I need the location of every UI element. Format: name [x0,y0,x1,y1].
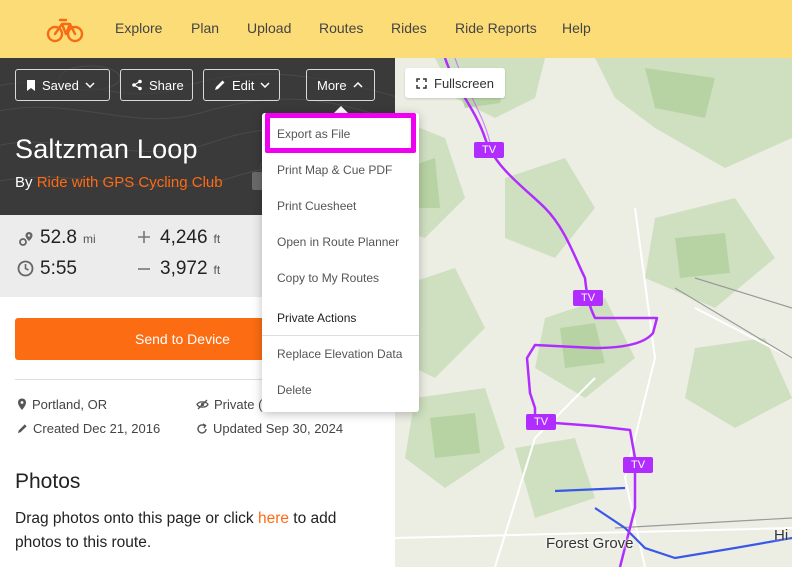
map-label-forest-grove: Forest Grove [546,535,634,552]
bookmark-icon [27,79,35,91]
distance-unit: mi [82,232,96,246]
route-badge: TV [573,290,603,306]
author-link[interactable]: Ride with GPS Cycling Club [37,174,223,191]
elevation-loss-unit: ft [213,263,221,277]
photos-heading: Photos [15,470,81,493]
more-dropdown-menu: Export as File Print Map & Cue PDF Print… [262,113,419,412]
fullscreen-label: Fullscreen [434,75,494,91]
route-title: Saltzman Loop [15,134,198,164]
share-icon [132,79,142,91]
by-prefix: By [15,174,33,191]
dropdown-caret [334,106,348,113]
minus-icon [138,268,150,270]
route-byline: By Ride with GPS Cycling Club [15,174,223,191]
nav-upload[interactable]: Upload [247,20,291,36]
map-label-edge: Hi [774,527,789,544]
route-badge: TV [623,457,653,473]
pencil-icon [17,424,27,434]
plus-icon [138,231,150,243]
edit-button[interactable]: Edit [203,69,280,101]
photos-text-before: Drag photos onto this page or click [15,510,258,527]
nav-plan[interactable]: Plan [191,20,219,36]
elevation-loss-stat: 3,972 ft [160,258,220,280]
menu-print-map-cue-pdf[interactable]: Print Map & Cue PDF [277,163,392,177]
refresh-icon [197,422,207,434]
clock-icon [17,260,34,277]
nav-explore[interactable]: Explore [115,20,162,36]
expand-icon [416,77,427,89]
route-badge: TV [474,142,504,158]
privacy-text: Private ( [214,397,263,412]
menu-export-as-file[interactable]: Export as File [277,127,350,141]
chevron-down-icon [260,82,270,88]
share-label: Share [149,77,184,93]
cyclist-logo-icon[interactable] [46,14,84,44]
menu-replace-elevation-data[interactable]: Replace Elevation Data [277,347,402,361]
eye-slash-icon [196,399,209,410]
map-pin-icon [18,398,26,410]
location-text: Portland, OR [32,397,108,412]
elevation-gain-unit: ft [213,232,221,246]
more-button[interactable]: More [306,69,375,101]
saved-button[interactable]: Saved [15,69,110,101]
saved-label: Saved [42,77,79,93]
location-meta: Portland, OR [17,397,107,412]
top-nav: Explore Plan Upload Routes Rides Ride Re… [0,0,792,58]
nav-ride-reports[interactable]: Ride Reports [455,20,537,36]
photos-here-link[interactable]: here [258,510,289,527]
updated-text: Updated Sep 30, 2024 [213,421,344,436]
share-button[interactable]: Share [120,69,193,101]
edit-label: Edit [232,77,255,93]
route-map[interactable]: TV TV TV TV Forest Grove Hi [395,58,792,567]
pencil-icon [215,80,225,90]
distance-icon [19,232,33,246]
created-text: Created Dec 21, 2016 [33,421,161,436]
distance-value: 52.8 [40,227,77,248]
elevation-gain-value: 4,246 [160,227,208,248]
nav-help[interactable]: Help [562,20,591,36]
menu-divider [262,335,419,336]
distance-stat: 52.8 mi [40,227,96,249]
nav-rides[interactable]: Rides [391,20,427,36]
menu-section-private-actions: Private Actions [277,311,357,325]
menu-print-cuesheet[interactable]: Print Cuesheet [277,199,356,213]
chevron-up-icon [353,82,363,88]
menu-delete[interactable]: Delete [277,383,312,397]
fullscreen-button[interactable]: Fullscreen [405,68,505,98]
duration-stat: 5:55 [40,258,77,280]
duration-value: 5:55 [40,258,77,279]
photos-instructions: Drag photos onto this page or click here… [15,507,385,555]
elevation-gain-stat: 4,246 ft [160,227,220,249]
route-badge: TV [526,414,556,430]
created-meta: Created Dec 21, 2016 [17,421,160,436]
privacy-meta: Private ( [196,397,262,412]
more-label: More [317,77,347,93]
elevation-loss-value: 3,972 [160,258,208,279]
updated-meta: Updated Sep 30, 2024 [196,421,343,436]
menu-open-in-route-planner[interactable]: Open in Route Planner [277,235,399,249]
nav-routes[interactable]: Routes [319,20,363,36]
map-canvas [395,58,792,567]
menu-copy-to-my-routes[interactable]: Copy to My Routes [277,271,379,285]
chevron-down-icon [85,82,95,88]
